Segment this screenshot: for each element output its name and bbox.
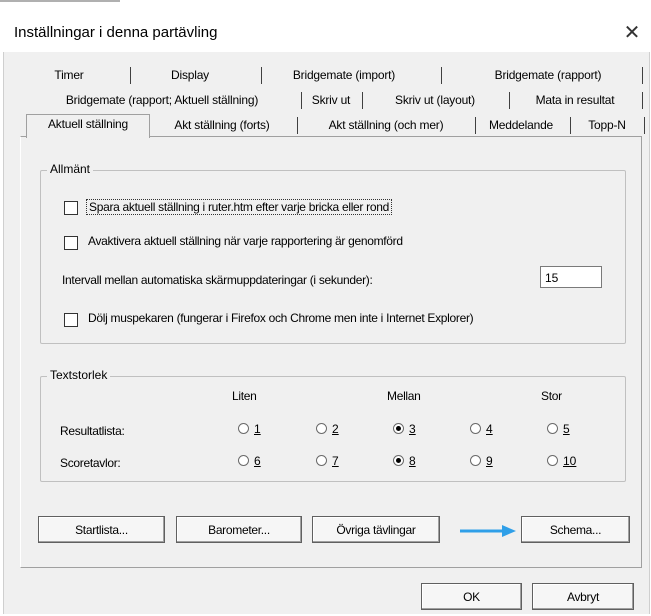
tab-print[interactable]: Skriv ut bbox=[306, 91, 356, 110]
tab-enter-results[interactable]: Mata in resultat bbox=[514, 91, 636, 110]
tab-bridgemate-report[interactable]: Bridgemate (rapport) bbox=[456, 66, 640, 85]
tab-message[interactable]: Meddelande bbox=[480, 116, 562, 135]
results-size-5-radio[interactable] bbox=[547, 423, 558, 434]
startlist-button[interactable]: Startlista... bbox=[38, 516, 165, 543]
tab-current-standing-more[interactable]: Akt ställning (och mer) bbox=[302, 116, 470, 135]
scoreboard-size-6-radio[interactable] bbox=[238, 455, 249, 466]
interval-label: Intervall mellan automatiska skärmuppdat… bbox=[62, 273, 373, 287]
scoreboard-size-10-label: 10 bbox=[563, 454, 577, 468]
title-bar: Inställningar i denna partävling ✕ bbox=[0, 8, 651, 52]
tab-current-standing[interactable]: Aktuell ställning bbox=[26, 114, 150, 138]
top-strip bbox=[0, 0, 651, 8]
arrow-annotation-icon bbox=[460, 525, 516, 537]
results-size-2-radio[interactable] bbox=[316, 423, 327, 434]
close-icon[interactable]: ✕ bbox=[620, 20, 644, 45]
save-standing-label[interactable]: Spara aktuell ställning i ruter.htm efte… bbox=[86, 199, 392, 215]
ok-button[interactable]: OK bbox=[421, 583, 522, 610]
scoreboards-label: Scoretavlor: bbox=[60, 456, 121, 470]
scoreboard-size-8-radio[interactable] bbox=[393, 455, 404, 466]
results-size-3-label: 3 bbox=[409, 422, 416, 436]
window-title: Inställningar i denna partävling bbox=[14, 24, 218, 41]
results-size-4-radio[interactable] bbox=[470, 423, 481, 434]
barometer-button[interactable]: Barometer... bbox=[176, 516, 302, 543]
results-size-4-label: 4 bbox=[486, 422, 493, 436]
scoreboard-size-7-radio[interactable] bbox=[316, 455, 327, 466]
tab-current-standing-cont[interactable]: Akt ställning (forts) bbox=[154, 116, 290, 135]
tab-top-n[interactable]: Topp-N bbox=[576, 116, 638, 135]
size-medium-header: Mellan bbox=[387, 389, 421, 403]
other-competitions-button[interactable]: Övriga tävlingar bbox=[312, 516, 440, 543]
general-group-title: Allmänt bbox=[47, 162, 94, 176]
tab-display[interactable]: Display bbox=[148, 66, 232, 85]
results-size-2-label: 2 bbox=[332, 422, 339, 436]
results-list-label: Resultatlista: bbox=[60, 424, 125, 438]
results-size-1-radio[interactable] bbox=[238, 423, 249, 434]
scoreboard-size-8-label: 8 bbox=[409, 454, 416, 468]
textsize-group-title: Textstorlek bbox=[47, 368, 111, 382]
size-large-header: Stor bbox=[541, 389, 562, 403]
tab-bridgemate-report-current[interactable]: Bridgemate (rapport; Aktuell ställning) bbox=[28, 91, 296, 110]
save-standing-checkbox[interactable] bbox=[64, 201, 78, 215]
hide-pointer-label[interactable]: Dölj muspekaren (fungerar i Firefox och … bbox=[88, 311, 474, 325]
results-size-5-label: 5 bbox=[563, 422, 570, 436]
results-size-3-radio[interactable] bbox=[393, 423, 404, 434]
interval-input[interactable]: 15 bbox=[540, 266, 602, 288]
scoreboard-size-6-label: 6 bbox=[254, 454, 261, 468]
results-size-1-label: 1 bbox=[254, 422, 261, 436]
tab-print-layout[interactable]: Skriv ut (layout) bbox=[367, 91, 503, 110]
schedule-button[interactable]: Schema... bbox=[521, 516, 630, 543]
scoreboard-size-10-radio[interactable] bbox=[547, 455, 558, 466]
cancel-button[interactable]: Avbryt bbox=[532, 583, 634, 610]
deactivate-standing-checkbox[interactable] bbox=[64, 236, 78, 250]
deactivate-standing-label[interactable]: Avaktivera aktuell ställning när varje r… bbox=[88, 234, 403, 248]
tab-timer[interactable]: Timer bbox=[38, 66, 100, 85]
scoreboard-size-7-label: 7 bbox=[332, 454, 339, 468]
tab-bridgemate-import[interactable]: Bridgemate (import) bbox=[272, 66, 416, 85]
scoreboard-size-9-radio[interactable] bbox=[470, 455, 481, 466]
hide-pointer-checkbox[interactable] bbox=[64, 313, 78, 327]
scoreboard-size-9-label: 9 bbox=[486, 454, 493, 468]
size-small-header: Liten bbox=[232, 389, 257, 403]
